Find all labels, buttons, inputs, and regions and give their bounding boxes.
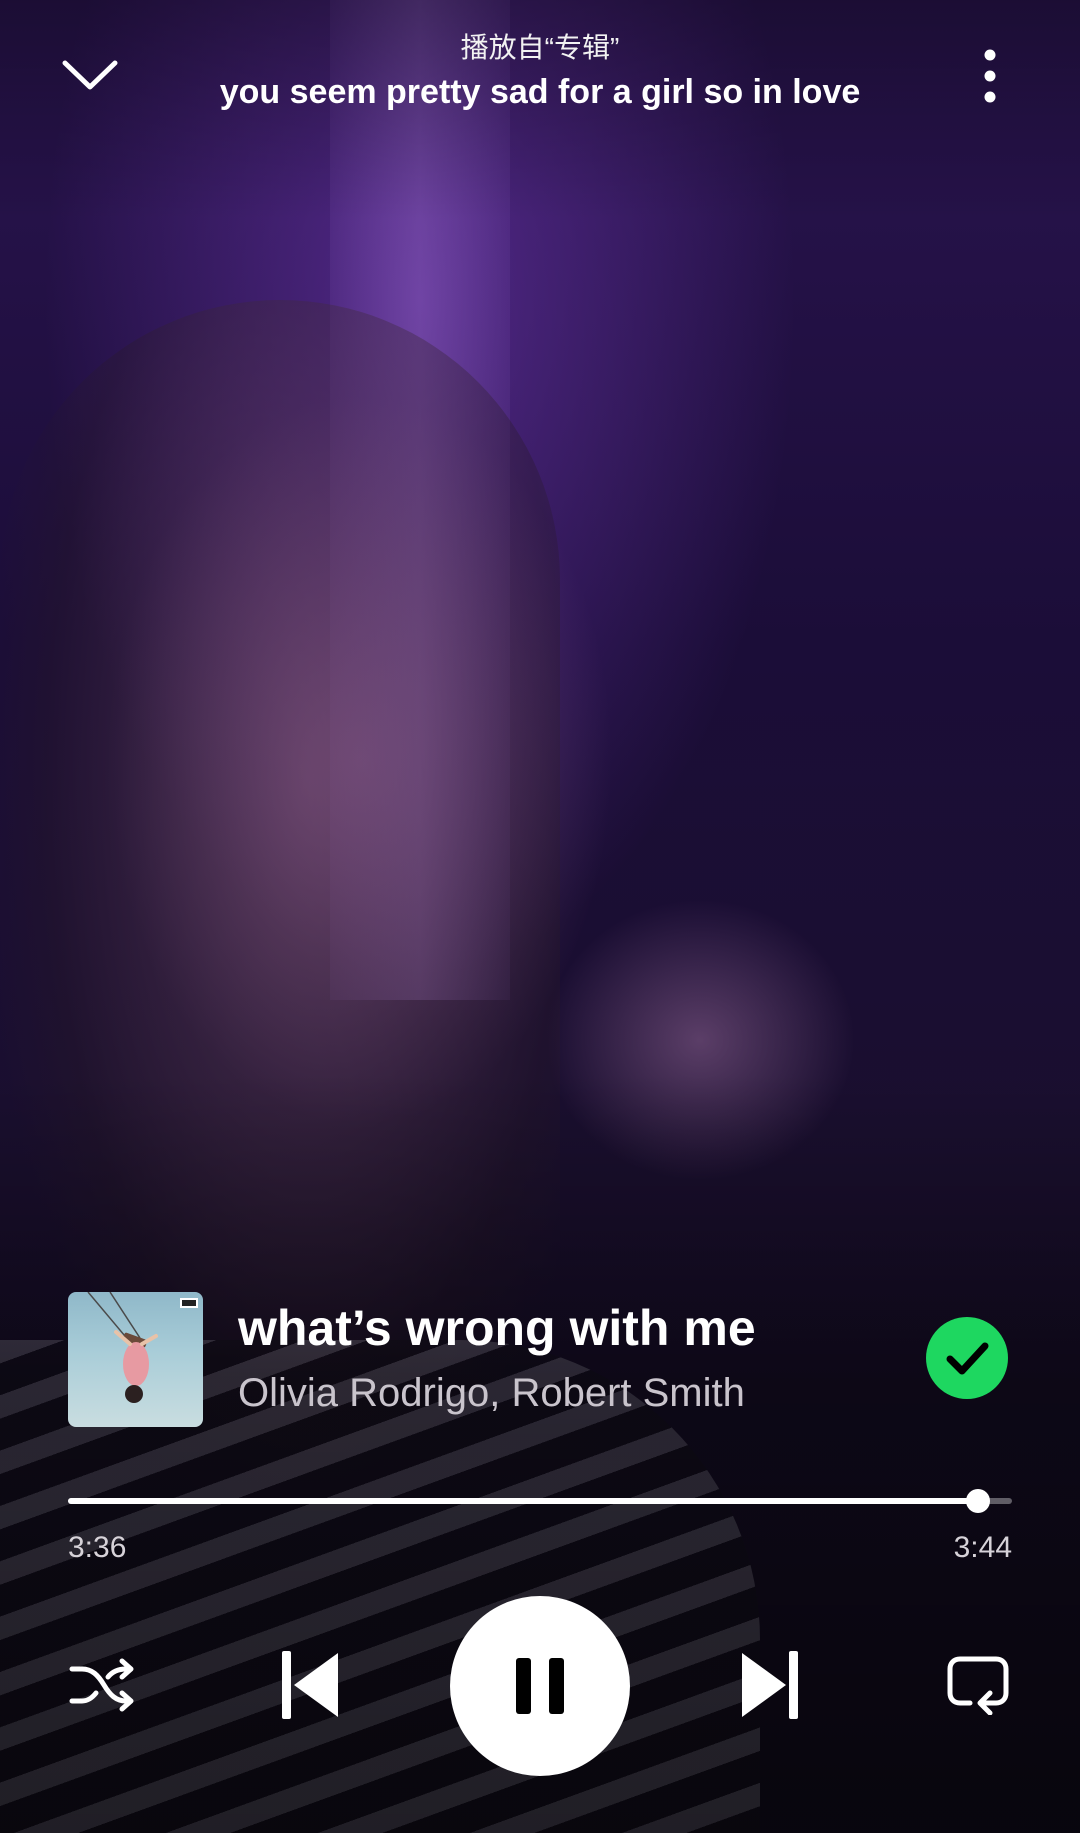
skip-next-icon <box>742 1651 798 1719</box>
next-track-button[interactable] <box>730 1645 810 1725</box>
album-art[interactable] <box>68 1292 203 1427</box>
saved-to-library-button[interactable] <box>926 1317 1008 1399</box>
chevron-down-icon <box>62 60 118 90</box>
more-options-button[interactable] <box>960 36 1020 116</box>
album-art-figure <box>87 1292 198 1403</box>
collapse-button[interactable] <box>50 40 130 110</box>
repeat-icon <box>947 1656 1009 1715</box>
playing-from-label: 播放自“专辑” <box>460 32 620 63</box>
track-title[interactable]: what’s wrong with me <box>238 1298 756 1358</box>
shuffle-icon <box>69 1658 134 1712</box>
progress-fill <box>68 1498 979 1504</box>
elapsed-time: 3:36 <box>68 1531 127 1564</box>
pause-icon <box>516 1658 564 1714</box>
skip-previous-icon <box>282 1651 338 1719</box>
progress-thumb[interactable] <box>966 1489 991 1513</box>
more-vertical-icon <box>984 49 996 103</box>
now-playing-context: 播放自“专辑” you seem pretty sad for a girl s… <box>180 28 900 116</box>
progress-bar[interactable] <box>68 1489 1012 1513</box>
pause-button[interactable] <box>450 1596 630 1776</box>
album-context-title[interactable]: you seem pretty sad for a girl so in lov… <box>180 68 900 116</box>
check-circle-icon <box>926 1317 1008 1399</box>
track-artists[interactable]: Olivia Rodrigo, Robert Smith <box>238 1368 745 1418</box>
shuffle-button[interactable] <box>62 1645 142 1725</box>
total-time: 3:44 <box>953 1531 1012 1564</box>
previous-track-button[interactable] <box>270 1645 350 1725</box>
video-background <box>0 0 1080 1833</box>
repeat-button[interactable] <box>938 1645 1018 1725</box>
